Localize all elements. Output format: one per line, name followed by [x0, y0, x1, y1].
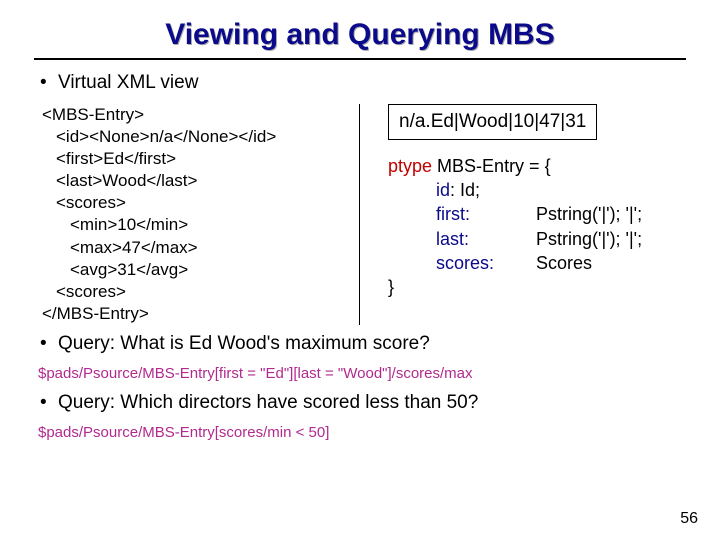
bullet-query1: •Query: What is Ed Wood's maximum score? [40, 333, 686, 355]
page-number: 56 [680, 510, 698, 528]
field-name: last: [436, 227, 536, 251]
field-val: Pstring('|'); '|'; [536, 227, 642, 251]
ptype-row: first:Pstring('|'); '|'; [388, 202, 686, 226]
ptype-close: } [388, 275, 686, 299]
xml-line: <MBS-Entry> [42, 104, 353, 126]
field-val: Scores [536, 251, 592, 275]
divider [34, 58, 686, 60]
xml-line: <first>Ed</first> [42, 148, 353, 170]
xml-line: <scores> [42, 281, 353, 303]
xml-line: </MBS-Entry> [42, 303, 353, 325]
xml-line: <scores> [42, 192, 353, 214]
xpath-query: $pads/Psource/MBS-Entry[first = "Ed"][la… [38, 365, 686, 382]
field-val: Pstring('|'); '|'; [536, 202, 642, 226]
slide-title: Viewing and Querying MBS [34, 18, 686, 52]
ptype-keyword: ptype [388, 156, 432, 176]
field-name: scores: [436, 251, 536, 275]
xml-line: <min>10</min> [42, 214, 353, 236]
bullet-virtual-xml: •Virtual XML view [40, 72, 686, 94]
xpath-query: $pads/Psource/MBS-Entry[scores/min < 50] [38, 424, 686, 441]
xml-line: <id><None>n/a</None></id> [42, 126, 353, 148]
xml-line: <avg>31</avg> [42, 259, 353, 281]
bullet-text: Query: Which directors have scored less … [58, 392, 478, 413]
field-name: id [436, 178, 450, 202]
two-column: <MBS-Entry> <id><None>n/a</None></id> <f… [34, 104, 686, 325]
bullet-text: Virtual XML view [58, 72, 198, 93]
ptype-view: n/a.Ed|Wood|10|47|31 ptype MBS-Entry = {… [360, 104, 686, 325]
ptype-name: MBS-Entry = { [432, 156, 551, 176]
xml-view: <MBS-Entry> <id><None>n/a</None></id> <f… [34, 104, 360, 325]
ptype-row: last:Pstring('|'); '|'; [388, 227, 686, 251]
raw-record-box: n/a.Ed|Wood|10|47|31 [388, 104, 597, 140]
field-val: : Id; [450, 178, 480, 202]
ptype-row: id: Id; [388, 178, 686, 202]
ptype-row: scores:Scores [388, 251, 686, 275]
bullet-query2: •Query: Which directors have scored less… [40, 392, 686, 414]
ptype-head: ptype MBS-Entry = { [388, 154, 686, 178]
xml-line: <last>Wood</last> [42, 170, 353, 192]
field-name: first: [436, 202, 536, 226]
xml-line: <max>47</max> [42, 237, 353, 259]
bullet-text: Query: What is Ed Wood's maximum score? [58, 333, 430, 354]
